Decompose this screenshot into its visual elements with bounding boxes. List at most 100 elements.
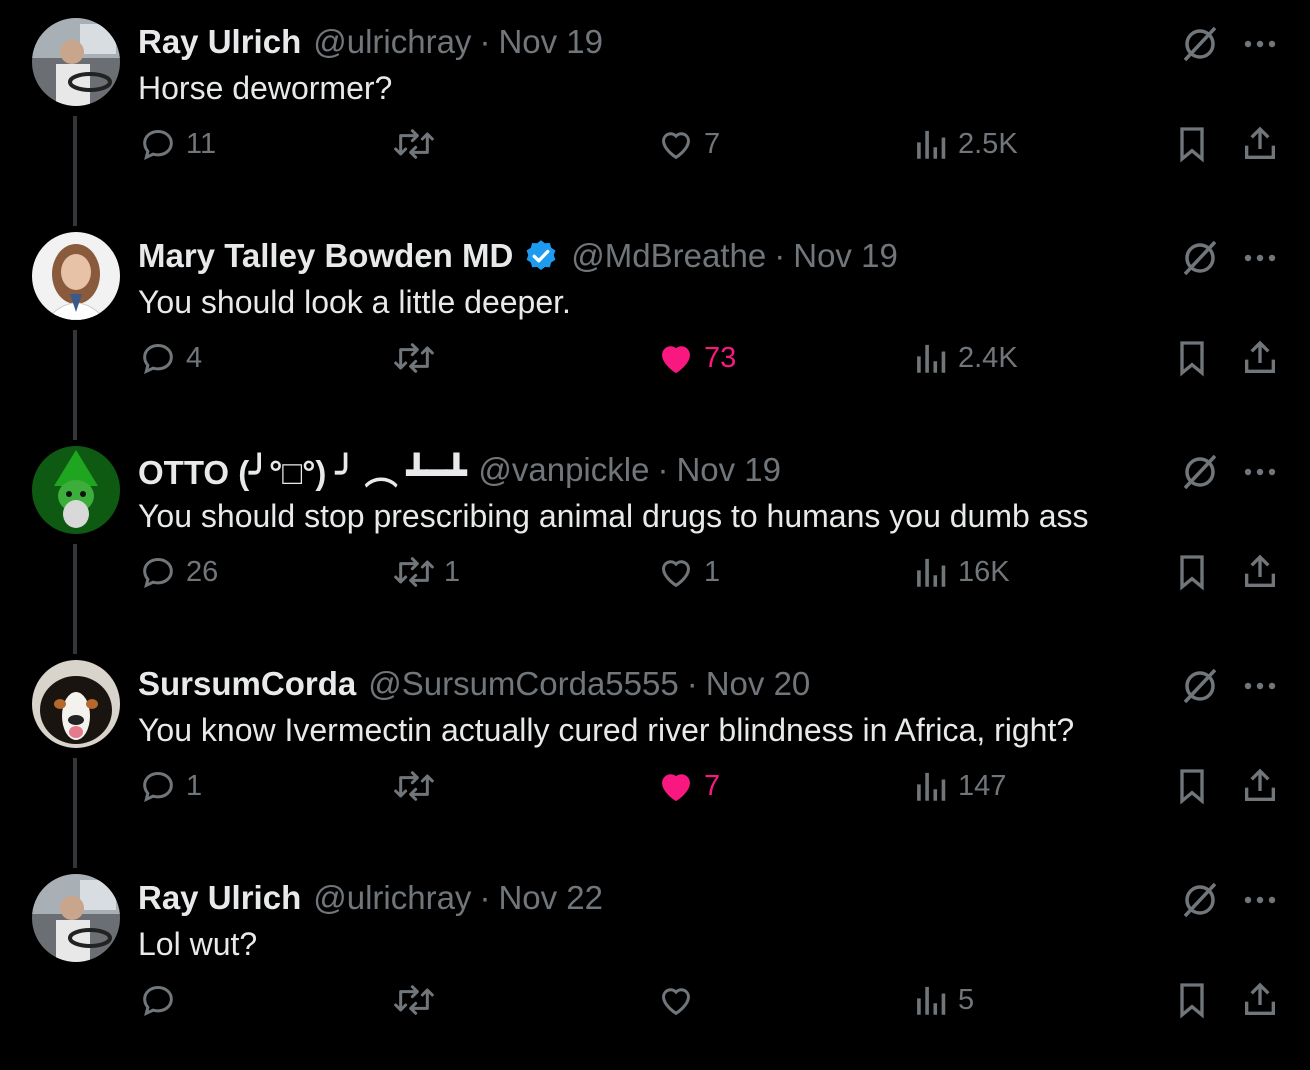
reply-icon (143, 771, 173, 803)
tweet[interactable]: OTTO (╯°□°) ╯ ︵ ┻━┻ @vanpickle · Nov 19 … (0, 428, 1310, 654)
heart-outline-icon (661, 988, 691, 1016)
display-name[interactable]: Mary Talley Bowden MD (138, 237, 513, 275)
analytics-icon (917, 344, 946, 373)
retweet-button[interactable] (392, 122, 444, 166)
user-handle[interactable]: @ulrichray (313, 23, 471, 61)
tweet-actions: 11 7 2.5K (0, 122, 1310, 166)
retweet-button[interactable]: 1 (392, 550, 460, 594)
share-button[interactable] (1240, 122, 1288, 166)
like-button[interactable]: 1 (656, 550, 720, 594)
display-name[interactable]: SursumCorda (138, 665, 356, 703)
views-button[interactable]: 2.5K (914, 122, 1018, 166)
share-button[interactable] (1240, 336, 1288, 380)
tweet-actions: 1 7 147 (0, 764, 1310, 808)
avatar[interactable] (32, 446, 120, 534)
timestamp[interactable]: Nov 19 (793, 237, 898, 275)
view-count: 147 (958, 769, 1007, 802)
tweet-text: You know Ivermectin actually cured river… (138, 712, 1075, 748)
separator: · (774, 237, 786, 274)
like-button[interactable] (656, 978, 704, 1022)
timestamp[interactable]: Nov 19 (498, 23, 603, 61)
retweet-button[interactable] (392, 764, 444, 808)
more-options-icon[interactable] (1242, 26, 1278, 67)
display-name[interactable]: Ray Ulrich (138, 879, 301, 917)
share-icon (1245, 340, 1275, 373)
more-options-icon[interactable] (1242, 454, 1278, 495)
share-button[interactable] (1240, 764, 1288, 808)
views-button[interactable]: 147 (914, 764, 1006, 808)
reply-button[interactable]: 1 (138, 764, 202, 808)
verified-badge-icon (523, 238, 559, 274)
analytics-icon (917, 986, 946, 1015)
tweet[interactable]: Ray Ulrich @ulrichray · Nov 22 Lol wut? … (0, 856, 1310, 1070)
display-name[interactable]: OTTO (╯°□°) ╯ ︵ ┻━┻ (138, 446, 466, 494)
timestamp[interactable]: Nov 19 (676, 451, 781, 489)
like-button[interactable]: 73 (656, 336, 736, 380)
tweet-header: Mary Talley Bowden MD @MdBreathe · Nov 1… (138, 234, 898, 278)
bookmark-button[interactable] (1172, 336, 1220, 380)
separator: · (479, 23, 491, 60)
share-button[interactable] (1240, 978, 1288, 1022)
bookmark-icon (1180, 769, 1204, 805)
reply-icon (143, 343, 173, 375)
user-handle[interactable]: @MdBreathe (571, 237, 766, 275)
tweet-header: Ray Ulrich @ulrichray · Nov 19 (138, 20, 603, 64)
bookmark-button[interactable] (1172, 978, 1220, 1022)
tweet-header: Ray Ulrich @ulrichray · Nov 22 (138, 876, 603, 920)
tweet-actions: 5 (0, 978, 1310, 1022)
bookmark-icon (1180, 341, 1204, 377)
tweet[interactable]: SursumCorda @SursumCorda5555 · Nov 20 Yo… (0, 642, 1310, 868)
retweet-button[interactable] (392, 336, 444, 380)
views-button[interactable]: 16K (914, 550, 1010, 594)
bookmark-button[interactable] (1172, 764, 1220, 808)
view-count: 5 (958, 983, 975, 1016)
heart-outline-icon (661, 132, 691, 160)
tweet-header: SursumCorda @SursumCorda5555 · Nov 20 (138, 662, 810, 706)
timestamp[interactable]: Nov 22 (498, 879, 603, 917)
bookmark-button[interactable] (1172, 122, 1220, 166)
reply-icon (143, 557, 173, 589)
tweet[interactable]: Mary Talley Bowden MD @MdBreathe · Nov 1… (0, 214, 1310, 440)
views-button[interactable]: 2.4K (914, 336, 1018, 380)
more-options-icon[interactable] (1242, 240, 1278, 281)
like-count: 73 (704, 341, 737, 374)
view-count: 2.5K (958, 127, 1018, 160)
analytics-icon (917, 558, 946, 587)
grok-icon[interactable] (1180, 666, 1220, 711)
tweet-text: You should stop prescribing animal drugs… (138, 498, 1089, 534)
avatar[interactable] (32, 18, 120, 106)
grok-icon[interactable] (1180, 24, 1220, 69)
like-button[interactable]: 7 (656, 764, 720, 808)
view-count: 16K (958, 555, 1010, 588)
views-button[interactable]: 5 (914, 978, 974, 1022)
timestamp[interactable]: Nov 20 (706, 665, 811, 703)
user-handle[interactable]: @vanpickle (478, 451, 649, 489)
display-name[interactable]: Ray Ulrich (138, 23, 301, 61)
reply-button[interactable]: 11 (138, 122, 216, 166)
reply-button[interactable] (138, 978, 186, 1022)
avatar[interactable] (32, 232, 120, 320)
grok-icon[interactable] (1180, 452, 1220, 497)
tweet-header: OTTO (╯°□°) ╯ ︵ ┻━┻ @vanpickle · Nov 19 (138, 448, 781, 492)
share-button[interactable] (1240, 550, 1288, 594)
reply-icon (143, 985, 173, 1017)
grok-icon[interactable] (1180, 238, 1220, 283)
user-handle[interactable]: @ulrichray (313, 879, 471, 917)
tweet[interactable]: Ray Ulrich @ulrichray · Nov 19 Horse dew… (0, 0, 1310, 226)
like-button[interactable]: 7 (656, 122, 720, 166)
share-icon (1245, 768, 1275, 801)
reply-button[interactable]: 4 (138, 336, 202, 380)
retweet-button[interactable] (392, 978, 444, 1022)
avatar[interactable] (32, 874, 120, 962)
reply-button[interactable]: 26 (138, 550, 218, 594)
bookmark-icon (1180, 555, 1204, 591)
share-icon (1245, 554, 1275, 587)
grok-icon[interactable] (1180, 880, 1220, 925)
avatar[interactable] (32, 660, 120, 748)
reply-count: 4 (186, 341, 203, 374)
more-options-icon[interactable] (1242, 668, 1278, 709)
reply-count: 1 (186, 769, 203, 802)
user-handle[interactable]: @SursumCorda5555 (368, 665, 679, 703)
more-options-icon[interactable] (1242, 882, 1278, 923)
bookmark-button[interactable] (1172, 550, 1220, 594)
